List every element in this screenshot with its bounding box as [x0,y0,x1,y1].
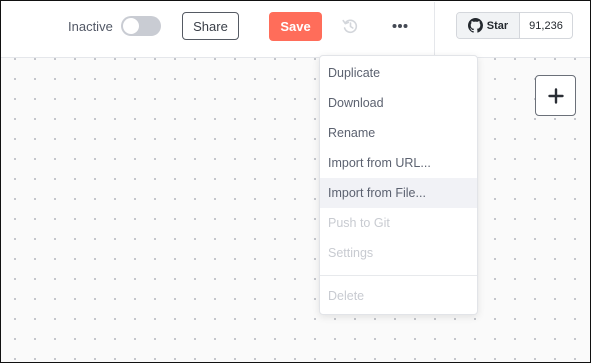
menu-item-rename[interactable]: Rename [320,118,477,148]
more-horizontal-icon[interactable] [390,18,410,34]
active-toggle[interactable] [121,16,161,36]
menu-item-import-from-url[interactable]: Import from URL... [320,148,477,178]
plus-icon [547,87,564,104]
add-node-button[interactable] [535,75,576,116]
save-button[interactable]: Save [269,12,322,41]
menu-item-import-from-file[interactable]: Import from File... [320,178,477,208]
workflow-actions-menu: Duplicate Download Rename Import from UR… [319,55,478,315]
menu-item-push-to-git: Push to Git [328,216,390,230]
header-divider [434,2,435,58]
github-star-button[interactable]: Star [457,13,520,38]
github-star-count[interactable]: 91,236 [520,13,572,38]
active-toggle-label: Inactive [68,19,113,34]
github-star-widget: Star 91,236 [456,12,573,39]
workflow-header: Inactive Share Save Star 91,236 [1,1,590,58]
menu-item-duplicate[interactable]: Duplicate [320,58,477,88]
menu-item-settings: Settings [328,246,374,260]
history-icon[interactable] [341,17,359,35]
share-button[interactable]: Share [182,12,239,40]
menu-divider [320,275,477,276]
github-icon [467,18,483,33]
toggle-knob [123,18,139,34]
github-star-label: Star [486,19,509,32]
menu-item-delete: Delete [328,289,365,303]
menu-item-download[interactable]: Download [320,88,477,118]
